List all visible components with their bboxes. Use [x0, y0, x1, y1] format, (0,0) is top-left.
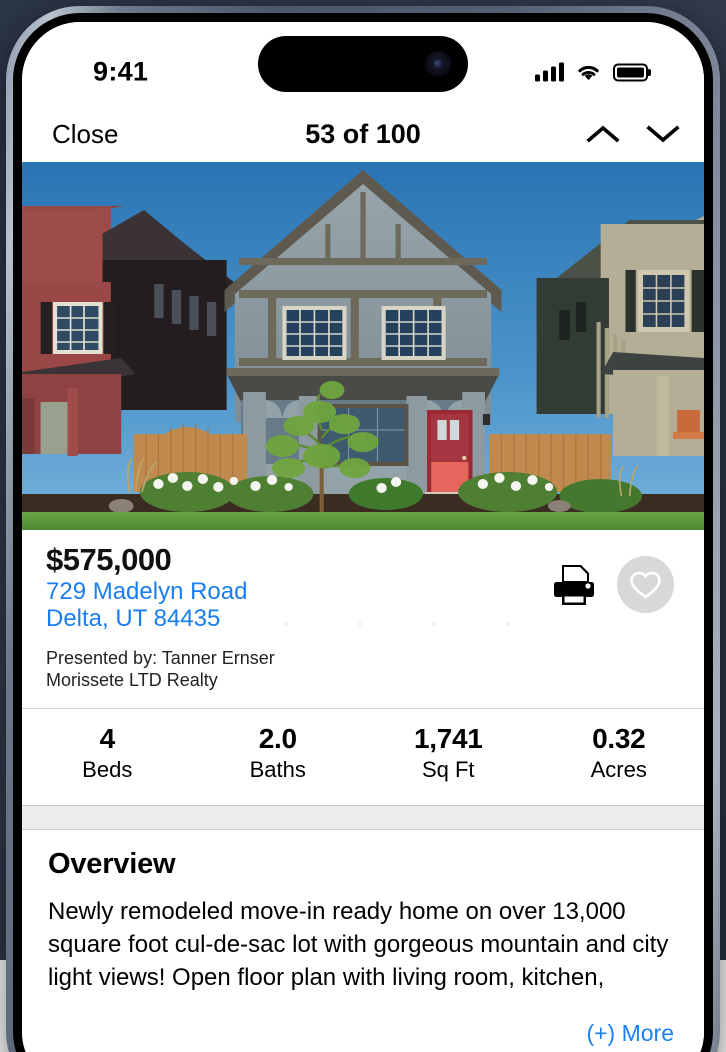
more-row: (+) More [48, 1020, 678, 1047]
phone-screen: 9:41 Close 53 of 100 $575,000 729 Madely… [22, 22, 704, 1052]
stat-sqft-value: 1,741 [413, 723, 483, 755]
overview-heading: Overview [48, 848, 176, 881]
nav-bar: Close 53 of 100 [22, 106, 704, 162]
favorite-button[interactable] [617, 556, 674, 613]
stat-acres-value: 0.32 [592, 723, 646, 755]
photo-page-dots [284, 622, 510, 626]
print-button[interactable] [551, 563, 597, 607]
presented-by-block: Presented by: Tanner Ernser Morissete LT… [46, 648, 680, 692]
nav-arrows [586, 124, 680, 144]
listing-summary: $575,000 729 Madelyn Road Delta, UT 8443… [22, 530, 704, 710]
stat-beds-label: Beds [82, 757, 133, 783]
more-link[interactable]: (+) More [586, 1020, 674, 1046]
stat-beds: 4 Beds [22, 723, 193, 783]
chevron-up-icon[interactable] [586, 124, 620, 144]
chevron-down-icon[interactable] [646, 124, 680, 144]
overview-section: Overview Newly remodeled move-in ready h… [22, 830, 704, 1048]
overview-body: Newly remodeled move-in ready home on ov… [48, 898, 669, 992]
agent-name: Presented by: Tanner Ernser [46, 648, 275, 669]
stat-baths-label: Baths [249, 757, 306, 783]
dynamic-island [258, 36, 468, 92]
heart-outline-icon [630, 571, 661, 598]
stat-sqft: 1,741 Sq Ft [363, 723, 534, 783]
property-stats: 4 Beds 2.0 Baths 1,741 Sq Ft 0.32 Acres [22, 709, 705, 807]
cellular-signal-icon [535, 62, 564, 82]
page-counter-title: 53 of 100 [305, 118, 421, 149]
section-spacer [22, 806, 704, 831]
property-photo[interactable] [22, 162, 704, 530]
front-camera-icon [425, 51, 451, 77]
stat-acres-label: Acres [590, 757, 647, 783]
stat-beds-value: 4 [99, 723, 116, 755]
close-button[interactable]: Close [52, 119, 118, 150]
backdrop: 9:41 Close 53 of 100 $575,000 729 Madely… [0, 0, 726, 1052]
listing-actions [551, 556, 674, 613]
stat-acres: 0.32 Acres [534, 723, 705, 783]
status-indicators [535, 62, 648, 82]
status-time: 9:41 [93, 56, 149, 87]
phone-device-frame: 9:41 Close 53 of 100 $575,000 729 Madely… [6, 6, 720, 1052]
stat-baths-value: 2.0 [258, 723, 297, 755]
brokerage-name: Morissete LTD Realty [46, 670, 218, 691]
stat-baths: 2.0 Baths [193, 723, 364, 783]
battery-icon [613, 63, 648, 81]
stat-sqft-label: Sq Ft [421, 757, 475, 783]
phone-bezel: 9:41 Close 53 of 100 $575,000 729 Madely… [13, 13, 713, 1052]
wifi-icon [578, 65, 599, 81]
